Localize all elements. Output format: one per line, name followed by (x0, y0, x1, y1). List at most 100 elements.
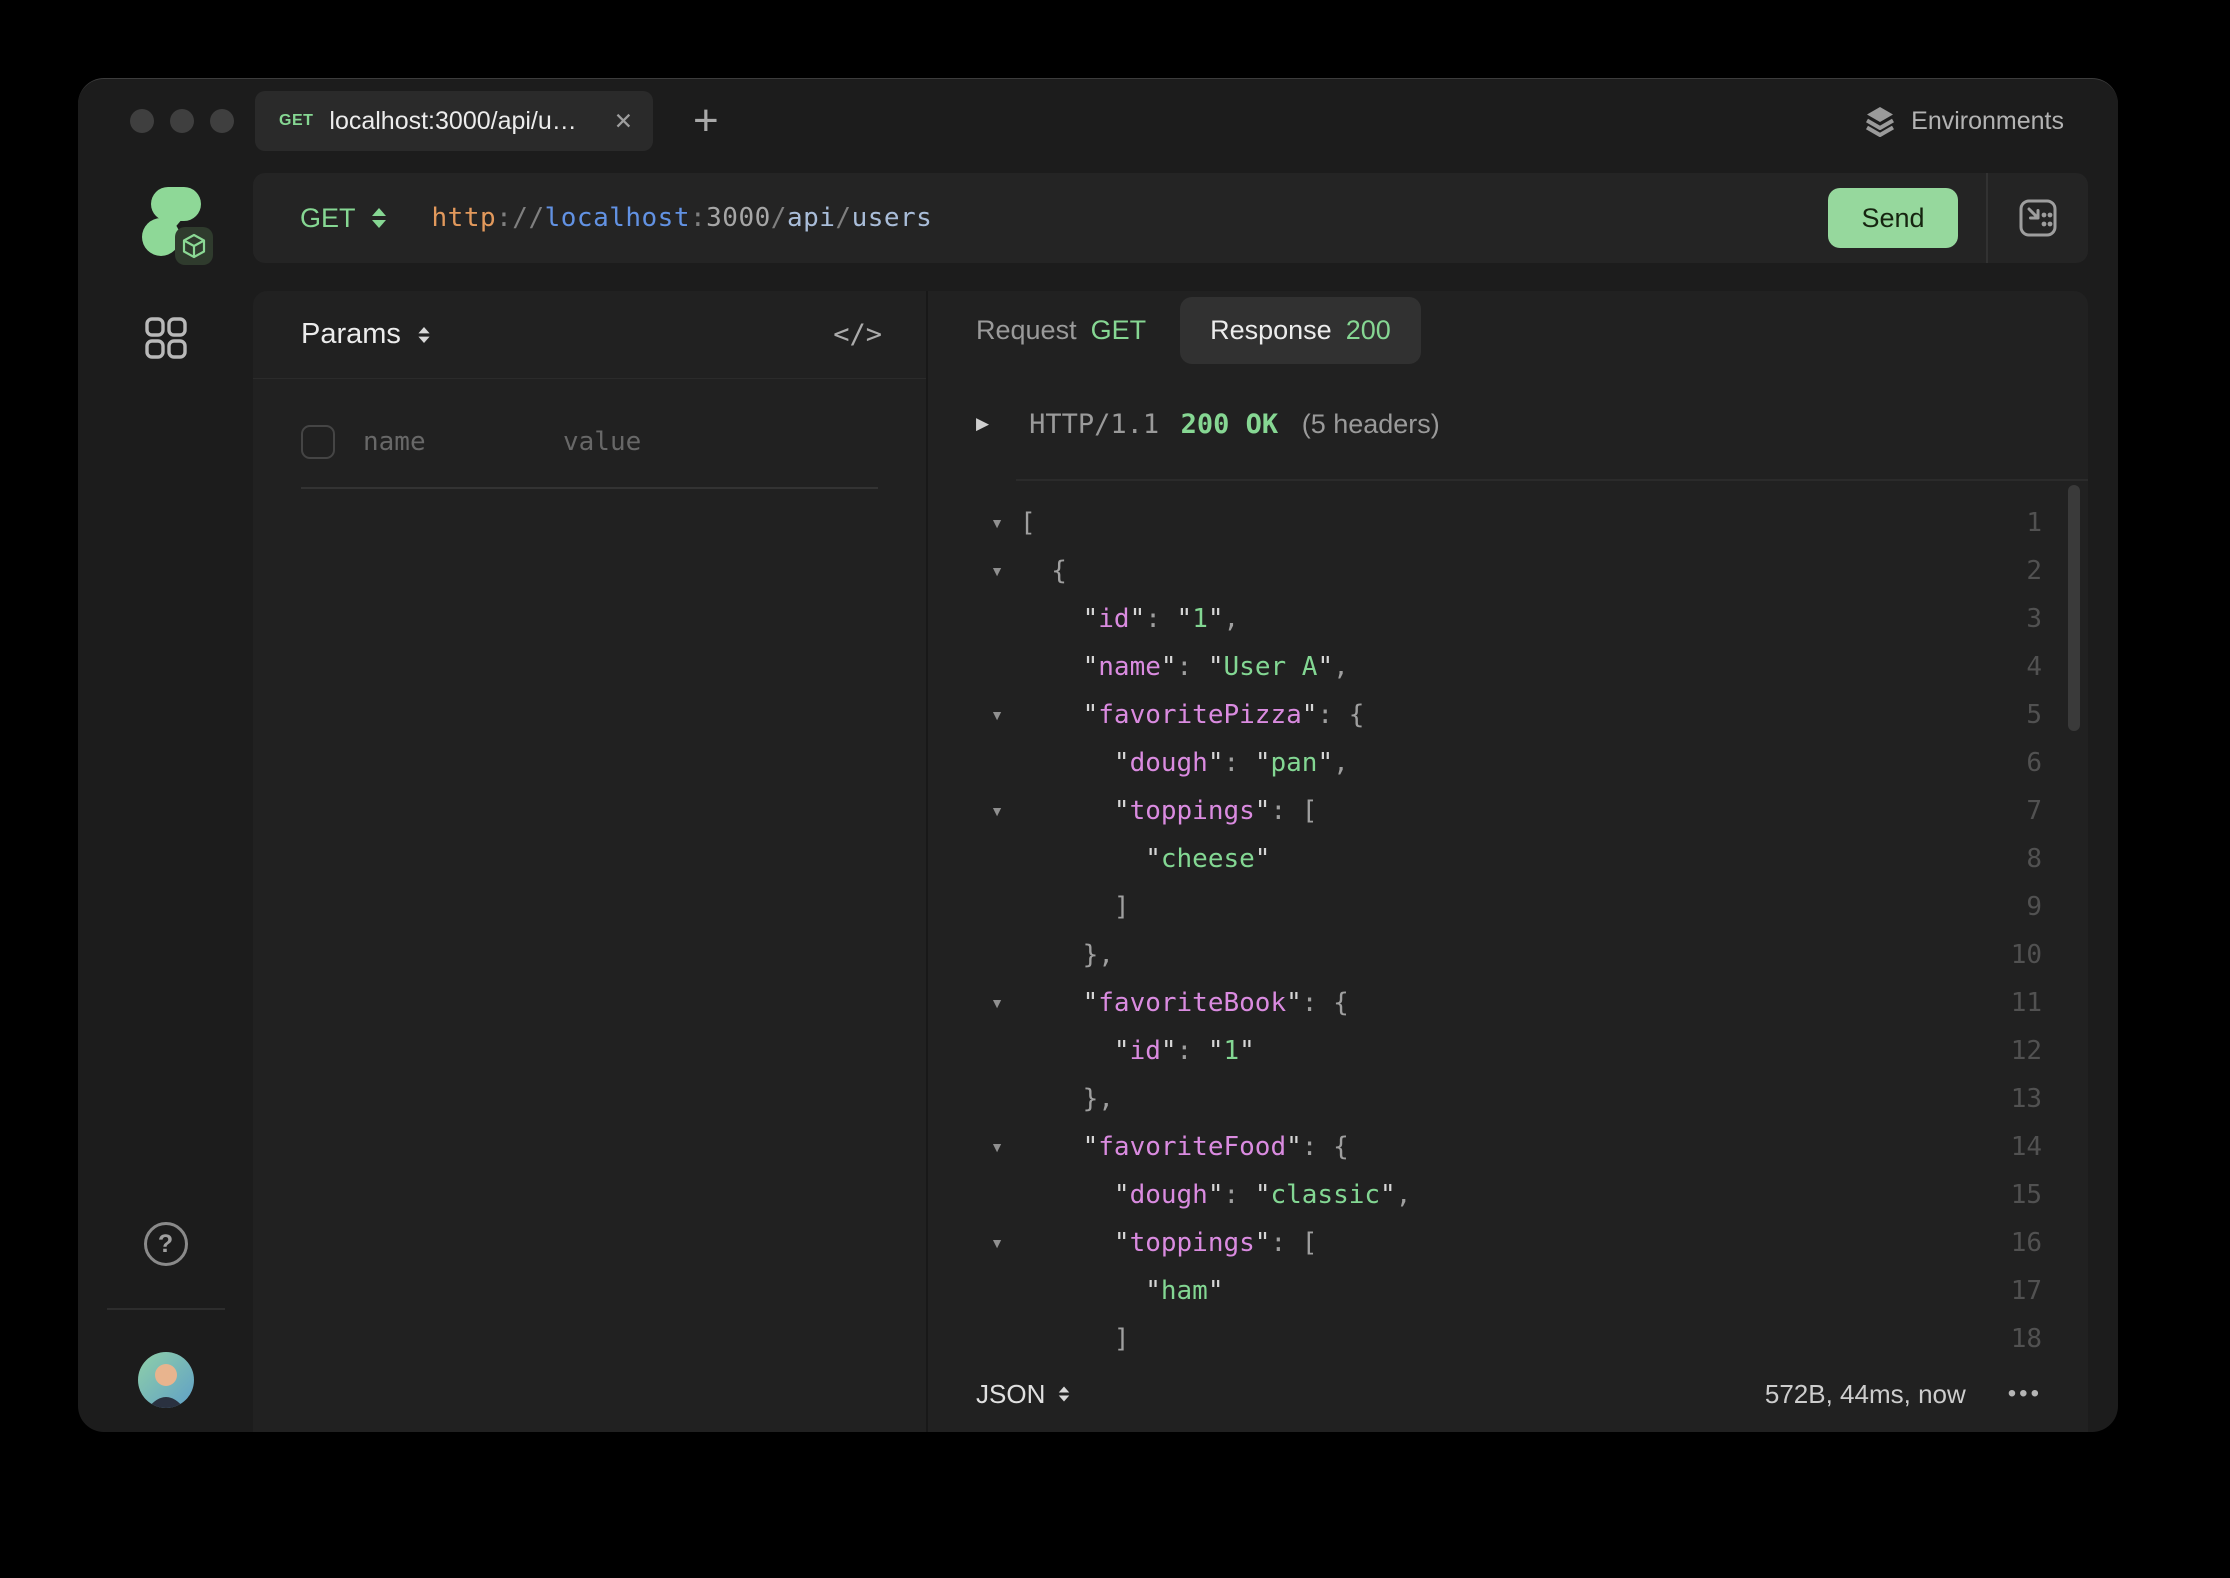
url-input[interactable]: http://localhost:3000/api/users (432, 203, 933, 233)
new-tab-button[interactable]: + (693, 101, 719, 141)
code-line: "cheese"8 (928, 835, 2088, 883)
token-s: 1 (1224, 1036, 1240, 1066)
line-number: 7 (2026, 796, 2088, 826)
status-text: HTTP/1.1 200 OK (5 headers) (1029, 409, 1440, 440)
token-q: " (1161, 652, 1177, 682)
send-button[interactable]: Send (1828, 188, 1958, 248)
params-select-arrows-icon[interactable] (418, 327, 429, 343)
code-line: ▼"toppings": [16 (928, 1219, 2088, 1267)
response-footer: JSON 572B, 44ms, now ••• (928, 1356, 2088, 1432)
token-s: classic (1270, 1180, 1380, 1210)
token-q: " (1208, 652, 1224, 682)
code-line: }, 10 (928, 931, 2088, 979)
param-value-input[interactable] (563, 427, 900, 457)
status-protocol: HTTP/1.1 (1029, 409, 1159, 440)
token-p: : [ (1270, 1228, 1317, 1258)
code-text: "id": "1" (1020, 1036, 1255, 1066)
token-p: , (1333, 748, 1349, 778)
line-number: 17 (2011, 1276, 2088, 1306)
fold-arrow-icon[interactable]: ▼ (990, 707, 1004, 723)
token-k: dough (1130, 1180, 1208, 1210)
url-segment-path: api (787, 203, 835, 233)
tab-request[interactable]: Request GET (976, 315, 1146, 346)
code-text: [ (1020, 508, 1036, 538)
response-meta: 572B, 44ms, now (1765, 1379, 1966, 1410)
token-s: 1 (1192, 604, 1208, 634)
token-p: }, (1083, 940, 1114, 970)
response-format-select[interactable]: JSON (976, 1379, 1045, 1410)
fold-gutter: ▼ (928, 707, 1020, 723)
fold-arrow-icon[interactable]: ▼ (990, 995, 1004, 1011)
code-text: "ham" (1020, 1276, 1224, 1306)
code-text: "cheese" (1020, 844, 1270, 874)
param-row (301, 425, 878, 489)
token-p: : { (1317, 700, 1364, 730)
url-segment-punct: / (835, 203, 851, 233)
line-number: 10 (2011, 940, 2088, 970)
code-line: },13 (928, 1075, 2088, 1123)
response-more-menu[interactable]: ••• (2008, 1380, 2042, 1408)
layout-toggle-button[interactable] (1988, 197, 2088, 239)
workspace-grid-icon[interactable] (143, 315, 189, 361)
tab-response[interactable]: Response 200 (1180, 297, 1421, 364)
url-segment-port: 3000 (706, 203, 771, 233)
plugin-badge[interactable] (175, 227, 213, 265)
token-p: : (1224, 1180, 1255, 1210)
request-tab-label: Request (976, 315, 1077, 346)
url-segment-punct: / (771, 203, 787, 233)
status-line[interactable]: ▶ HTTP/1.1 200 OK (5 headers) (928, 369, 2088, 479)
app-logo (127, 183, 205, 261)
code-line: "id": "1"12 (928, 1027, 2088, 1075)
token-q: " (1130, 604, 1146, 634)
line-number: 15 (2011, 1180, 2088, 1210)
close-window-button[interactable] (130, 109, 154, 133)
user-avatar[interactable] (138, 1352, 194, 1408)
format-select-arrows-icon[interactable] (1059, 1387, 1070, 1402)
token-k: favoritePizza (1098, 700, 1302, 730)
method-select-value[interactable]: GET (300, 203, 356, 234)
code-line: "name": "User A",4 (928, 643, 2088, 691)
token-s: User A (1224, 652, 1318, 682)
token-k: id (1130, 1036, 1161, 1066)
fold-arrow-icon[interactable]: ▼ (990, 1139, 1004, 1155)
fold-arrow-icon[interactable]: ▼ (990, 1235, 1004, 1251)
sidebar-divider (107, 1308, 225, 1310)
code-text: }, (1020, 940, 1114, 970)
code-line: ▼"favoriteFood": {14 (928, 1123, 2088, 1171)
token-q: " (1255, 1228, 1271, 1258)
fold-arrow-icon[interactable]: ▼ (990, 803, 1004, 819)
token-q: " (1114, 1180, 1130, 1210)
token-q: " (1208, 1276, 1224, 1306)
code-line: ▼[1 (928, 499, 2088, 547)
fold-arrow-icon[interactable]: ▼ (990, 563, 1004, 579)
code-line: ▼ "favoriteBook": { 11 (928, 979, 2088, 1027)
fold-arrow-icon[interactable]: ▼ (990, 515, 1004, 531)
token-q: " (1208, 748, 1224, 778)
close-tab-icon[interactable]: ✕ (614, 108, 633, 135)
response-scrollbar[interactable] (2068, 485, 2080, 731)
code-line: "id": "1",3 (928, 595, 2088, 643)
request-tab[interactable]: GET localhost:3000/api/u… ✕ (255, 91, 653, 151)
code-text: "toppings": [ (1020, 796, 1317, 826)
method-select-arrows-icon[interactable] (372, 208, 386, 228)
code-text: "toppings": [ (1020, 1228, 1317, 1258)
environments-button[interactable]: Environments (1863, 104, 2064, 138)
zoom-window-button[interactable] (210, 109, 234, 133)
code-view-icon[interactable]: </> (833, 319, 882, 350)
avatar-photo (138, 1352, 194, 1408)
token-p: : { (1302, 1132, 1349, 1162)
expand-headers-icon[interactable]: ▶ (976, 414, 989, 434)
response-body-editor[interactable]: ▼[1▼{2"id": "1",3"name": "User A",4▼"fav… (928, 481, 2088, 1356)
token-q: " (1177, 604, 1193, 634)
code-text: "favoriteBook": { (1020, 988, 1349, 1018)
help-button[interactable]: ? (144, 1222, 188, 1266)
minimize-window-button[interactable] (170, 109, 194, 133)
line-number: 11 (2011, 988, 2088, 1018)
param-enabled-checkbox[interactable] (301, 425, 335, 459)
params-title[interactable]: Params (301, 318, 401, 351)
url-segment-path: users (852, 203, 933, 233)
token-q: " (1083, 700, 1099, 730)
token-q: " (1145, 844, 1161, 874)
token-q: " (1208, 604, 1224, 634)
param-name-input[interactable] (363, 427, 563, 457)
